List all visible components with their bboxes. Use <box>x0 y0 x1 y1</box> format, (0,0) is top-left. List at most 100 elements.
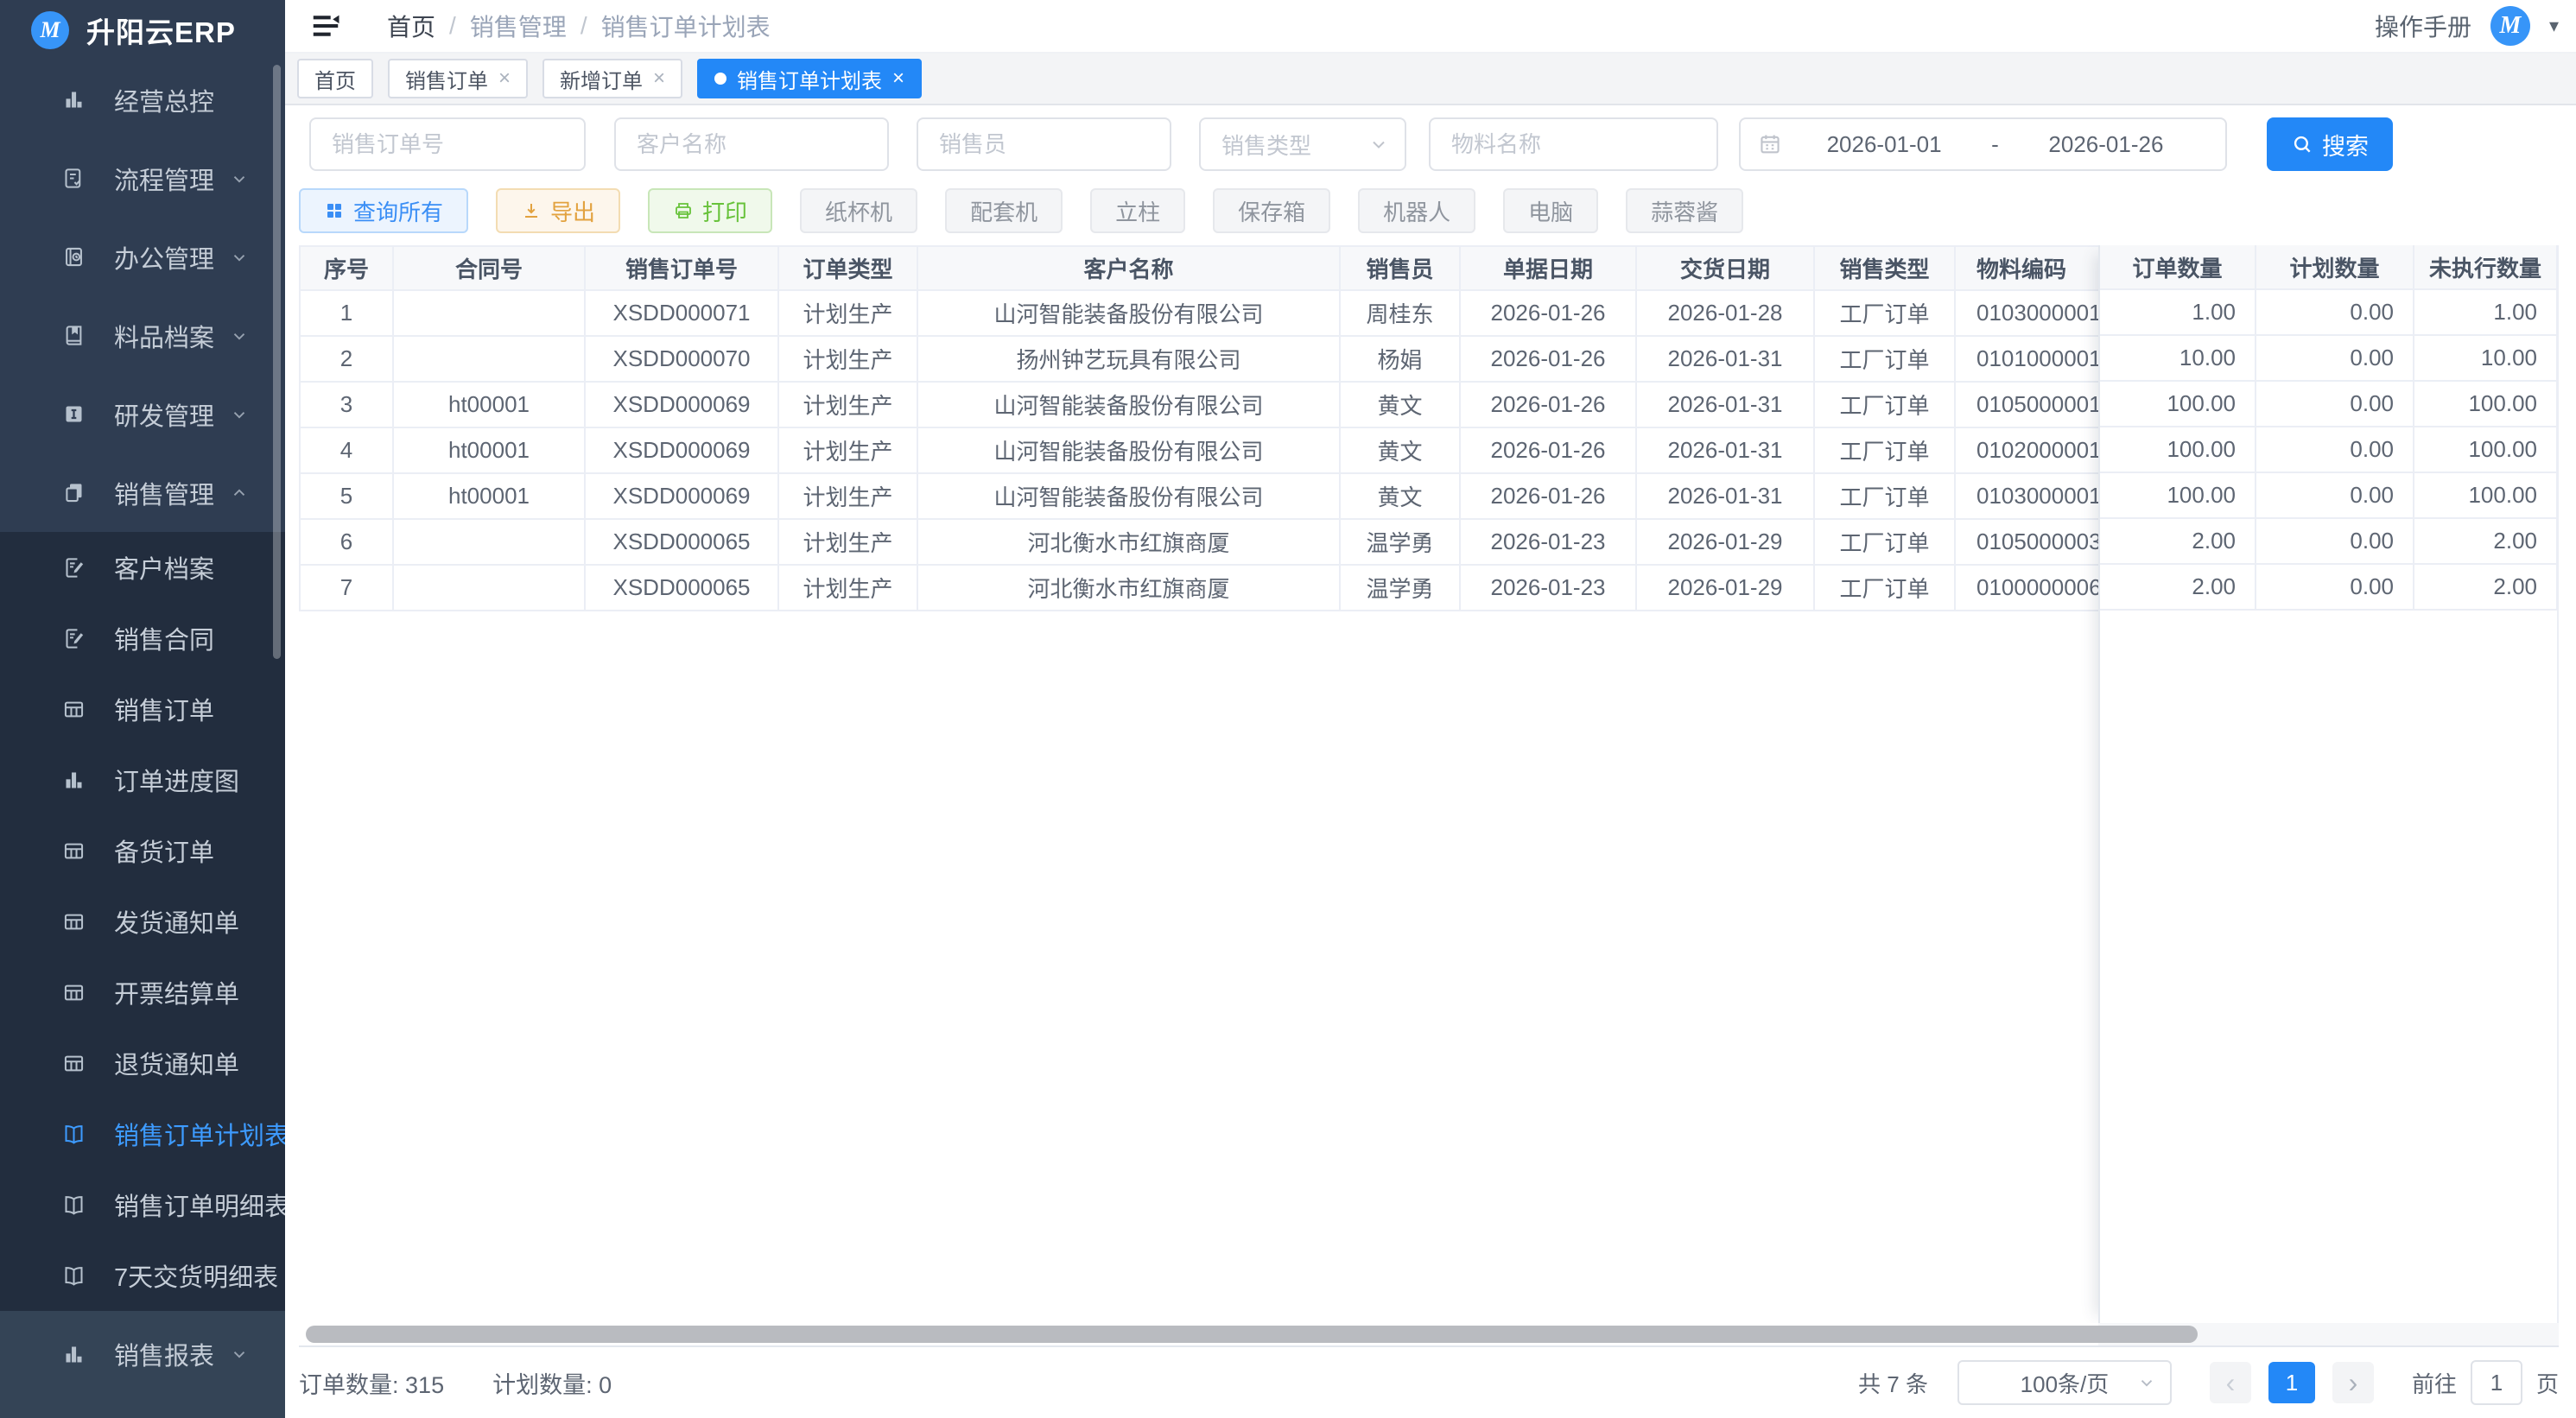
table-cell: 100.00 <box>2414 381 2557 427</box>
order-no-input[interactable] <box>309 117 586 171</box>
sidebar-scrollbar[interactable] <box>273 65 281 659</box>
tab-sales-order[interactable]: 销售订单× <box>388 59 528 98</box>
printer-icon <box>673 200 694 221</box>
sidebar-item-rd-management[interactable]: 研发管理 <box>0 375 285 453</box>
breadcrumb-separator: / <box>581 12 587 40</box>
header-right: 操作手册 M ▾ <box>2375 6 2559 46</box>
close-icon[interactable]: × <box>892 68 904 89</box>
sidebar-item-invoice-settlement[interactable]: 开票结算单 <box>0 957 285 1028</box>
top-header: 首页/销售管理/销售订单计划表 操作手册 M ▾ <box>285 0 2576 54</box>
column-header-6[interactable]: 单据日期 <box>1460 246 1636 290</box>
end-date[interactable]: 2026-01-26 <box>2004 131 2208 158</box>
table-cell: 工厂订单 <box>1814 290 1955 336</box>
sidebar-item-material-archives[interactable]: 料品档案 <box>0 296 285 375</box>
sidebar-item-sales-order-detail[interactable]: 销售订单明细表 <box>0 1169 285 1240</box>
pinned-table-row[interactable]: 1.000.001.00 <box>2100 289 2557 335</box>
sidebar-item-sales-management[interactable]: 销售管理 <box>0 453 285 532</box>
manual-link[interactable]: 操作手册 <box>2375 9 2471 43</box>
table-cell: 100.00 <box>2100 381 2256 427</box>
robot-button[interactable]: 机器人 <box>1358 188 1475 233</box>
print-button[interactable]: 打印 <box>648 188 772 233</box>
user-avatar[interactable]: M <box>2490 6 2530 46</box>
tab-sales-order-plan[interactable]: 销售订单计划表× <box>697 59 922 98</box>
storage-box-button[interactable]: 保存箱 <box>1213 188 1330 233</box>
date-range-picker[interactable]: 2026-01-01-2026-01-26 <box>1739 117 2227 171</box>
computer-button[interactable]: 电脑 <box>1503 188 1598 233</box>
pinned-table-row[interactable]: 100.000.00100.00 <box>2100 427 2557 472</box>
page-size-select[interactable]: 100条/页 <box>1957 1360 2172 1405</box>
column-header-5[interactable]: 销售员 <box>1340 246 1460 290</box>
caret-down-icon[interactable]: ▾ <box>2549 15 2559 37</box>
column-header-3[interactable]: 订单类型 <box>778 246 917 290</box>
summary-plan-qty: 计划数量: 0 <box>492 1366 612 1400</box>
salesperson-input[interactable] <box>917 117 1171 171</box>
breadcrumb-separator: / <box>449 12 456 40</box>
table-cell: 杨娟 <box>1340 336 1460 382</box>
query-all-button[interactable]: 查询所有 <box>299 188 468 233</box>
pinned-table-row[interactable]: 10.000.0010.00 <box>2100 335 2557 381</box>
table-cell: 2026-01-26 <box>1460 290 1636 336</box>
tab-home[interactable]: 首页 <box>297 59 373 98</box>
pinned-table-row[interactable]: 100.000.00100.00 <box>2100 381 2557 427</box>
search-icon <box>2291 133 2313 155</box>
doc-edit-icon <box>62 556 86 579</box>
pinned-table-row[interactable]: 2.000.002.00 <box>2100 518 2557 564</box>
breadcrumb-item-1[interactable]: 销售管理 <box>470 9 567 43</box>
sales-type-select[interactable]: 销售类型 <box>1199 117 1406 171</box>
sidebar-item-sales-report[interactable]: 销售报表 <box>0 1311 285 1397</box>
sidebar-item-delivery-notice[interactable]: 发货通知单 <box>0 886 285 957</box>
table-cell: 周桂东 <box>1340 290 1460 336</box>
column-button[interactable]: 立柱 <box>1090 188 1185 233</box>
table-cell: 2026-01-29 <box>1636 519 1814 565</box>
pinned-column-header-2[interactable]: 未执行数量 <box>2414 245 2557 289</box>
prev-page-button[interactable]: ‹ <box>2210 1362 2251 1403</box>
chevron-down-icon <box>1368 134 1389 155</box>
sidebar-item-seven-day-delivery-detail[interactable]: 7天交货明细表 <box>0 1240 285 1311</box>
table-cell: 10.00 <box>2414 335 2557 381</box>
close-icon[interactable]: × <box>653 68 665 89</box>
table-cell: 2026-01-26 <box>1460 427 1636 473</box>
sidebar-item-business-control[interactable]: 经营总控 <box>0 60 285 139</box>
garlic-sauce-button[interactable]: 蒜蓉酱 <box>1626 188 1743 233</box>
table-cell: 山河智能装备股份有限公司 <box>917 382 1340 427</box>
sidebar-item-return-notice[interactable]: 退货通知单 <box>0 1028 285 1098</box>
table-grid-icon <box>62 1052 86 1075</box>
pinned-table-row[interactable]: 2.000.002.00 <box>2100 564 2557 610</box>
sidebar-item-sales-order[interactable]: 销售订单 <box>0 674 285 744</box>
column-header-8[interactable]: 销售类型 <box>1814 246 1955 290</box>
next-page-button[interactable]: › <box>2332 1362 2374 1403</box>
column-header-0[interactable]: 序号 <box>300 246 393 290</box>
collapse-sidebar-icon[interactable] <box>309 9 342 42</box>
column-header-4[interactable]: 客户名称 <box>917 246 1340 290</box>
start-date[interactable]: 2026-01-01 <box>1782 131 1986 158</box>
sidebar-item-order-progress-chart[interactable]: 订单进度图 <box>0 744 285 815</box>
column-header-7[interactable]: 交货日期 <box>1636 246 1814 290</box>
table-cell: XSDD000069 <box>585 382 778 427</box>
tab-new-order[interactable]: 新增订单× <box>542 59 682 98</box>
column-header-2[interactable]: 销售订单号 <box>585 246 778 290</box>
export-button[interactable]: 导出 <box>496 188 620 233</box>
sidebar-item-sales-order-plan[interactable]: 销售订单计划表 <box>0 1098 285 1169</box>
table-cell: 2 <box>300 336 393 382</box>
breadcrumb-item-0[interactable]: 首页 <box>387 9 435 43</box>
search-button[interactable]: 搜索 <box>2267 117 2393 171</box>
material-name-input[interactable] <box>1429 117 1718 171</box>
notebook-icon <box>62 245 86 269</box>
close-icon[interactable]: × <box>498 68 511 89</box>
sidebar-item-sales-contract[interactable]: 销售合同 <box>0 603 285 674</box>
sidebar-item-stock-order[interactable]: 备货订单 <box>0 815 285 886</box>
sidebar-item-office-management[interactable]: 办公管理 <box>0 218 285 296</box>
sidebar-item-process-management[interactable]: 流程管理 <box>0 139 285 218</box>
download-icon <box>521 200 542 221</box>
page-number-1[interactable]: 1 <box>2268 1362 2315 1403</box>
column-header-1[interactable]: 合同号 <box>393 246 585 290</box>
kit-machine-button[interactable]: 配套机 <box>945 188 1063 233</box>
goto-page-input[interactable] <box>2471 1360 2522 1405</box>
customer-name-input[interactable] <box>614 117 889 171</box>
pinned-column-header-0[interactable]: 订单数量 <box>2100 245 2256 289</box>
sidebar-item-customer-archives[interactable]: 客户档案 <box>0 532 285 603</box>
pinned-column-header-1[interactable]: 计划数量 <box>2256 245 2414 289</box>
paper-cup-machine-button[interactable]: 纸杯机 <box>800 188 917 233</box>
horizontal-scrollbar-thumb[interactable] <box>306 1326 2198 1343</box>
pinned-table-row[interactable]: 100.000.00100.00 <box>2100 472 2557 518</box>
